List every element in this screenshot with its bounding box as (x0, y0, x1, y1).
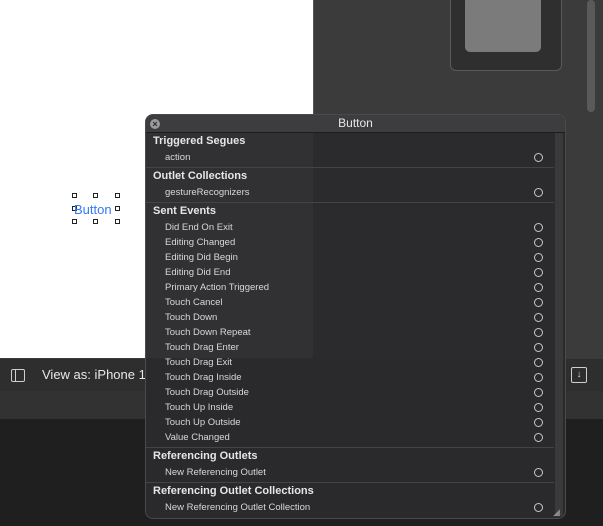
section-divider (146, 482, 554, 483)
section-divider (146, 167, 554, 168)
event-item: Editing Changed (165, 237, 236, 248)
embed-icon[interactable]: ↓ (571, 367, 587, 383)
resize-handle[interactable] (72, 219, 77, 224)
section-divider (146, 447, 554, 448)
connection-circle-icon[interactable] (534, 433, 543, 442)
resize-grip-icon[interactable]: ◢ (553, 507, 563, 517)
section-outlet-collections: Outlet Collections (153, 170, 248, 182)
connection-circle-icon[interactable] (534, 503, 543, 512)
event-item: Touch Up Outside (165, 417, 241, 428)
section-referencing-outlets: Referencing Outlets (153, 450, 258, 462)
close-icon[interactable]: × (150, 119, 160, 129)
connection-circle-icon[interactable] (534, 343, 543, 352)
event-item: Touch Drag Inside (165, 372, 242, 383)
connection-circle-icon[interactable] (534, 358, 543, 367)
section-divider (146, 202, 554, 203)
event-item: Touch Up Inside (165, 402, 234, 413)
section-sent-events: Sent Events (153, 205, 216, 217)
right-panel-scrollbar[interactable] (587, 0, 595, 112)
section-triggered-segues: Triggered Segues (153, 135, 246, 147)
connections-popup: Button × Triggered Segues action Outlet … (145, 114, 566, 519)
event-item: Touch Down Repeat (165, 327, 251, 338)
event-item: Did End On Exit (165, 222, 233, 233)
connection-circle-icon[interactable] (534, 403, 543, 412)
connection-circle-icon[interactable] (534, 253, 543, 262)
connection-circle-icon[interactable] (534, 298, 543, 307)
event-item: Touch Drag Enter (165, 342, 239, 353)
event-item: Touch Down (165, 312, 218, 323)
section-referencing-outlet-collections: Referencing Outlet Collections (153, 485, 314, 497)
connection-circle-icon[interactable] (534, 223, 543, 232)
event-item: Editing Did End (165, 267, 231, 278)
connection-circle-icon[interactable] (534, 153, 543, 162)
sidebar-toggle-icon[interactable] (11, 369, 25, 382)
event-item: Primary Action Triggered (165, 282, 270, 293)
connection-item-action: action (165, 152, 191, 163)
resize-handle[interactable] (115, 206, 120, 211)
event-item: Editing Did Begin (165, 252, 238, 263)
event-item: Touch Drag Outside (165, 387, 249, 398)
resize-handle[interactable] (93, 219, 98, 224)
resize-handle[interactable] (72, 193, 77, 198)
canvas-button[interactable]: Button (74, 202, 112, 217)
popup-scrollbar[interactable] (555, 133, 563, 516)
resize-handle[interactable] (93, 193, 98, 198)
connection-circle-icon[interactable] (534, 268, 543, 277)
connection-circle-icon[interactable] (534, 238, 543, 247)
connection-circle-icon[interactable] (534, 328, 543, 337)
event-item: Touch Cancel (165, 297, 223, 308)
connection-circle-icon[interactable] (534, 313, 543, 322)
resize-handle[interactable] (115, 193, 120, 198)
popup-title: Button (146, 115, 565, 133)
connection-circle-icon[interactable] (534, 188, 543, 197)
view-as-label[interactable]: View as: iPhone 1 (42, 367, 146, 382)
connection-circle-icon[interactable] (534, 418, 543, 427)
connection-circle-icon[interactable] (534, 283, 543, 292)
device-preview-screen (465, 0, 541, 52)
resize-handle[interactable] (115, 219, 120, 224)
event-item: Value Changed (165, 432, 230, 443)
connection-circle-icon[interactable] (534, 388, 543, 397)
connection-circle-icon[interactable] (534, 373, 543, 382)
connection-circle-icon[interactable] (534, 468, 543, 477)
connection-item-new-referencing-outlet: New Referencing Outlet (165, 467, 266, 478)
event-item: Touch Drag Exit (165, 357, 233, 368)
connection-item-gesture-recognizers: gestureRecognizers (165, 187, 250, 198)
connection-item-new-referencing-outlet-collection: New Referencing Outlet Collection (165, 502, 311, 513)
